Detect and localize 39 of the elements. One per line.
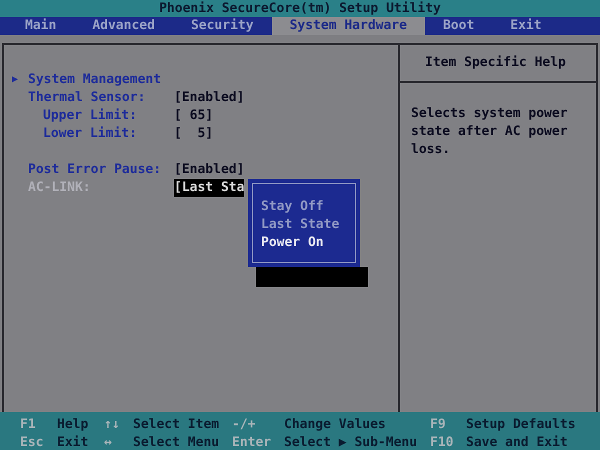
key-action: Select ▶ Sub-Menu xyxy=(284,434,418,450)
popup-option[interactable]: Power On xyxy=(261,234,355,252)
setting-value[interactable]: [Enabled] xyxy=(174,161,244,179)
setting-value[interactable]: [ 65] xyxy=(174,107,214,125)
setting-label: Thermal Sensor: xyxy=(28,89,146,107)
menu-tab[interactable]: Main xyxy=(7,17,74,35)
setting-value[interactable]: [Last Sta xyxy=(174,179,244,197)
setting-value[interactable]: [ 5] xyxy=(174,125,214,143)
key-hint: -/+ xyxy=(232,416,256,434)
setting-value[interactable]: [Enabled] xyxy=(174,89,244,107)
key-hint: Esc xyxy=(20,434,44,450)
setting-label: Post Error Pause: xyxy=(28,161,162,179)
key-action: Exit xyxy=(57,434,90,450)
key-hint: ↑↓ xyxy=(104,416,121,434)
key-action: Help xyxy=(57,416,90,434)
key-hint: F9 xyxy=(430,416,447,434)
popup-option[interactable]: Stay Off xyxy=(261,198,355,216)
key-hint: ↔ xyxy=(104,434,113,450)
key-hint: F1 xyxy=(20,416,37,434)
setting-label: Upper Limit: xyxy=(43,107,138,125)
submenu-item[interactable]: System Management xyxy=(28,71,162,89)
menu-tab[interactable]: Advanced xyxy=(74,17,173,35)
menu-tab[interactable]: Boot xyxy=(424,17,492,35)
submenu-marker: ▶ xyxy=(12,73,18,87)
menu-tab[interactable]: Exit xyxy=(492,17,560,35)
window-title: Phoenix SecureCore(tm) Setup Utility xyxy=(159,1,441,16)
key-hint: Enter xyxy=(232,434,272,450)
key-action: Select Item xyxy=(133,416,220,434)
key-action: Save and Exit xyxy=(466,434,568,450)
key-action: Setup Defaults xyxy=(466,416,576,434)
key-action: Select Menu xyxy=(133,434,220,450)
key-action: Change Values xyxy=(284,416,387,434)
help-text: Selects system power state after AC power loss. xyxy=(410,105,569,159)
setting-label: Lower Limit: xyxy=(43,125,138,143)
key-hint: F10 xyxy=(430,434,454,450)
menu-tab[interactable]: System Hardware xyxy=(272,17,425,35)
help-heading: Item Specific Help xyxy=(425,55,566,70)
popup-option[interactable]: Last State xyxy=(261,216,355,234)
menu-tab[interactable]: Security xyxy=(172,17,272,35)
